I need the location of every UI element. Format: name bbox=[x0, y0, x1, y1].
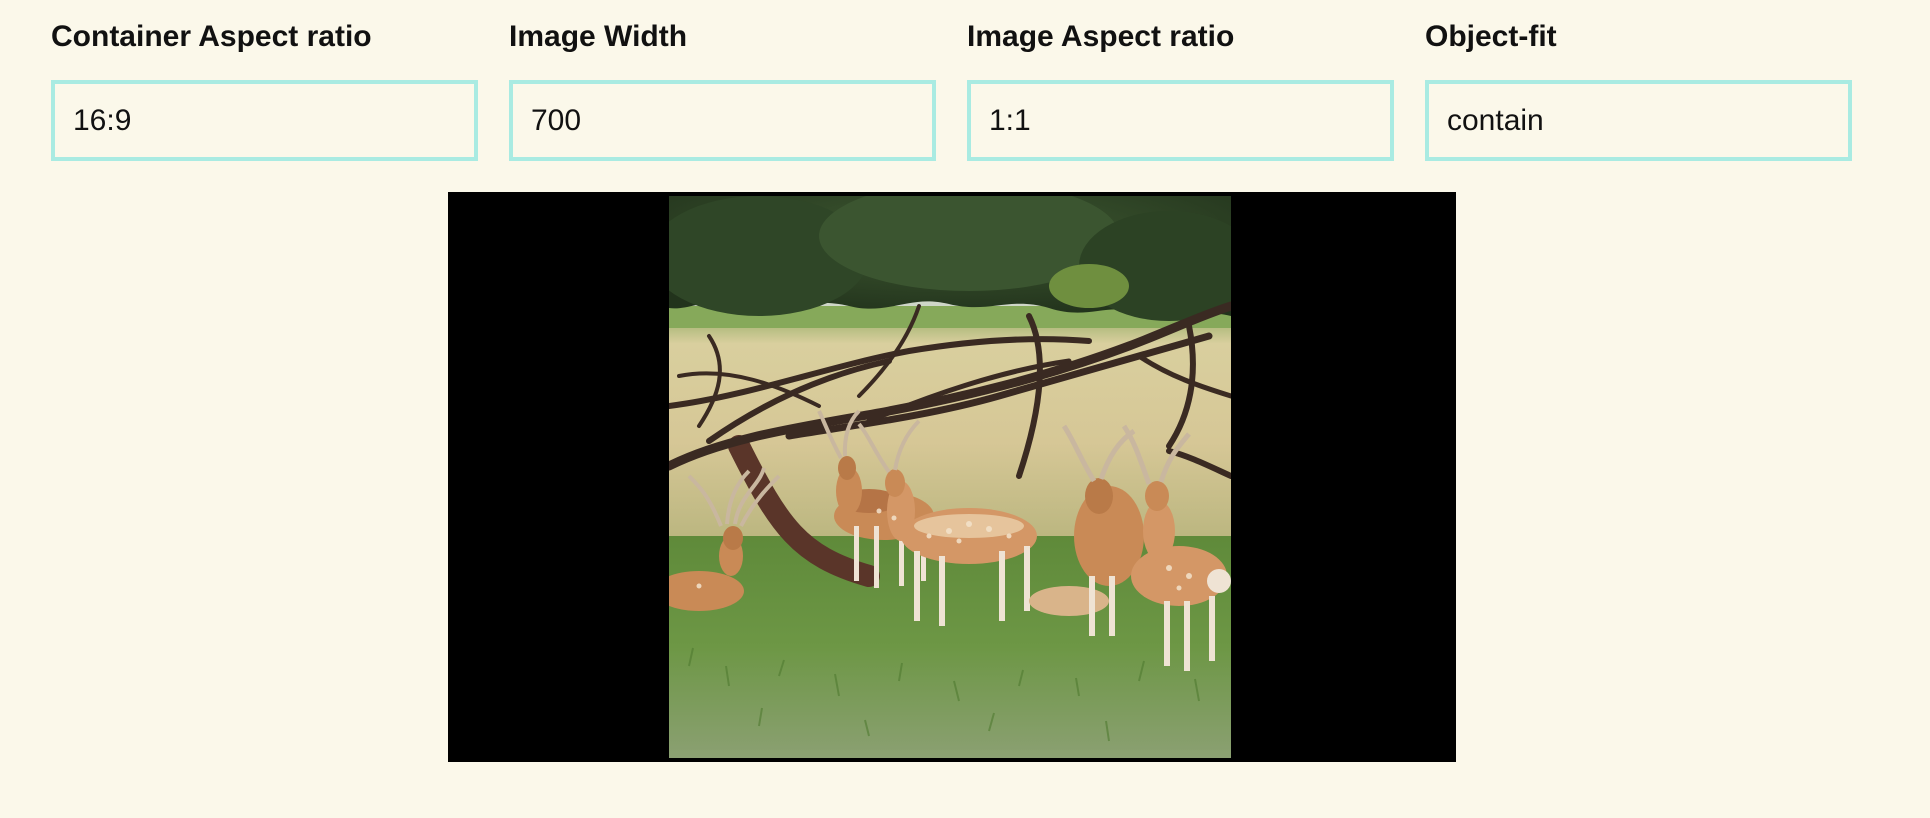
image-aspect-input[interactable]: 1:1 bbox=[967, 80, 1394, 161]
preview-container bbox=[448, 192, 1456, 762]
container-aspect-input[interactable]: 16:9 bbox=[51, 80, 478, 161]
image-width-value: 700 bbox=[531, 104, 582, 137]
object-fit-label: Object-fit bbox=[1425, 20, 1557, 53]
image-aspect-label: Image Aspect ratio bbox=[967, 20, 1235, 53]
container-aspect-value: 16:9 bbox=[73, 104, 132, 137]
image-width-label: Image Width bbox=[509, 20, 688, 53]
container-aspect-label: Container Aspect ratio bbox=[51, 20, 372, 53]
controls-row: Container Aspect ratio 16:9 Image Width … bbox=[0, 0, 1930, 170]
deer-photo bbox=[669, 196, 1231, 758]
image-aspect-value: 1:1 bbox=[989, 104, 1031, 137]
object-fit-input[interactable]: contain bbox=[1425, 80, 1852, 161]
image-width-input[interactable]: 700 bbox=[509, 80, 936, 161]
object-fit-value: contain bbox=[1447, 104, 1544, 137]
